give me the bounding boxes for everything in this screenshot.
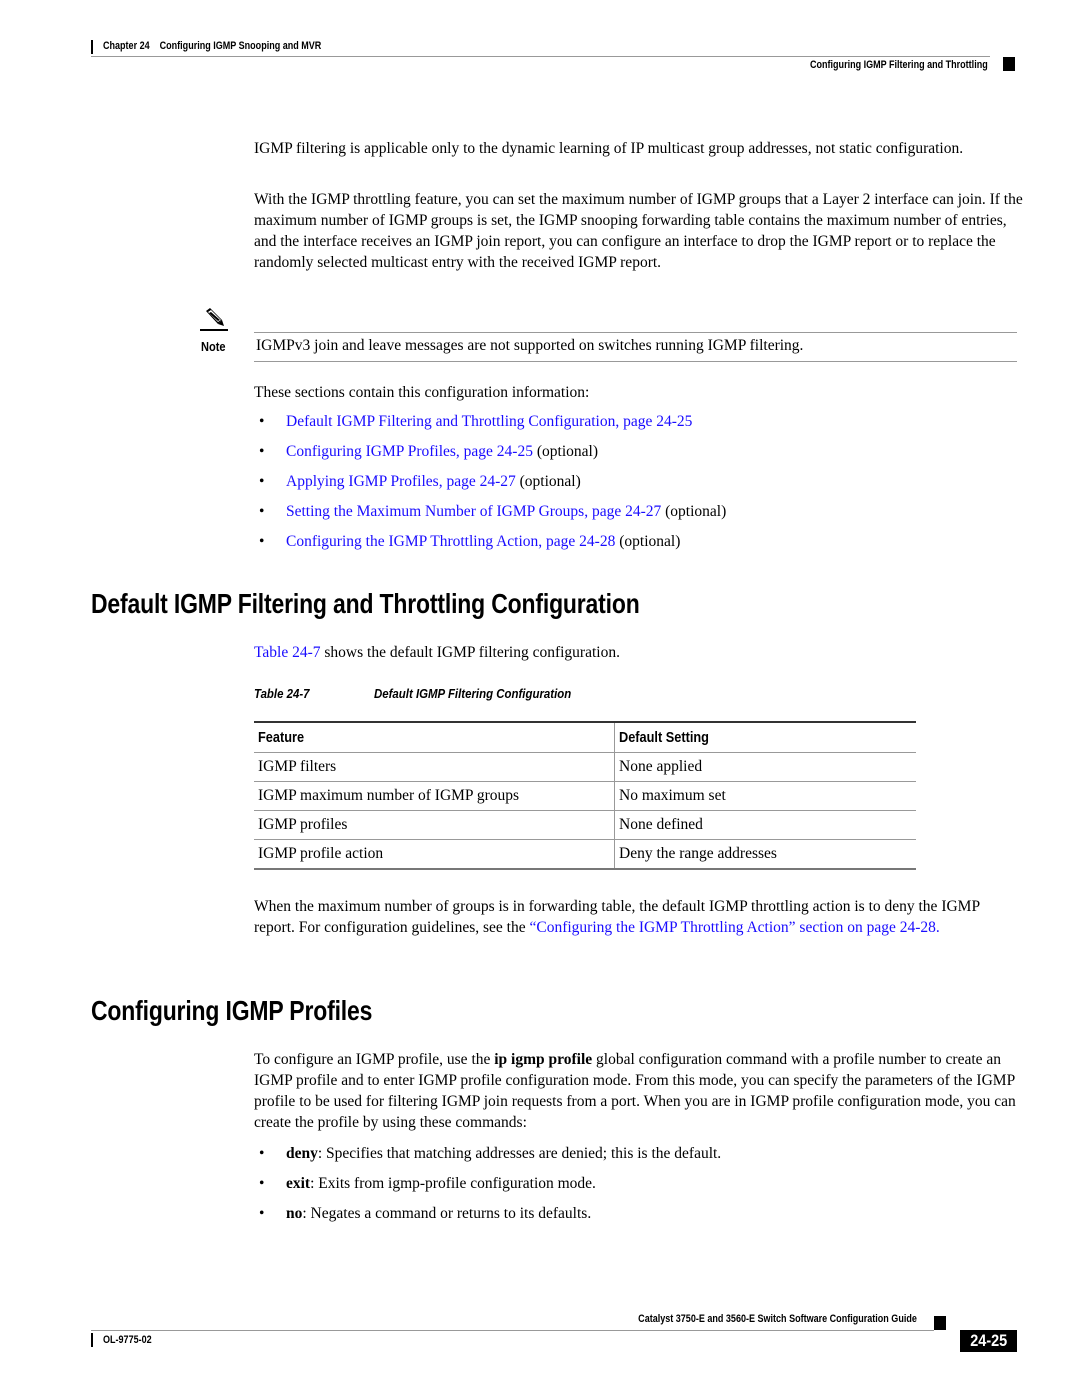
- table-row: IGMP filters None applied: [254, 752, 916, 782]
- footer-page-number: 24-25: [960, 1330, 1017, 1352]
- table-caption-title: Default IGMP Filtering Configuration: [374, 686, 572, 701]
- table-reference-text: shows the default IGMP filtering configu…: [320, 644, 620, 661]
- table-row: IGMP profiles None defined: [254, 810, 916, 840]
- header-section-title: Configuring IGMP Filtering and Throttlin…: [810, 59, 988, 71]
- link-suffix: (optional): [615, 533, 681, 550]
- list-item: • Configuring IGMP Profiles, page 24-25 (…: [254, 441, 726, 471]
- bullet-icon: •: [259, 443, 265, 460]
- section-heading-configuring-profiles: Configuring IGMP Profiles: [91, 995, 373, 1026]
- bullet-icon: •: [259, 473, 265, 490]
- link-max-groups[interactable]: Setting the Maximum Number of IGMP Group…: [286, 503, 661, 520]
- note-rule-top: [254, 332, 1017, 333]
- table-caption-number: Table 24-7: [254, 686, 310, 701]
- footer-guide-title: Catalyst 3750-E and 3560-E Switch Softwa…: [638, 1313, 917, 1325]
- header-marker-block: [1003, 57, 1015, 71]
- footer-doc-number: OL-9775-02: [103, 1334, 152, 1346]
- column-header-default-setting: Default Setting: [614, 721, 916, 753]
- throttling-default-paragraph: When the maximum number of groups is in …: [254, 896, 1024, 938]
- link-suffix: (optional): [515, 473, 581, 490]
- section-heading-default-config: Default IGMP Filtering and Throttling Co…: [91, 588, 640, 619]
- link-throttling-action[interactable]: Configuring the IGMP Throttling Action, …: [286, 533, 615, 550]
- profiles-paragraph: To configure an IGMP profile, use the ip…: [254, 1049, 1024, 1133]
- bullet-icon: •: [259, 1175, 265, 1192]
- table-reference-link[interactable]: Table 24-7: [254, 644, 321, 661]
- list-item: • Setting the Maximum Number of IGMP Grou…: [254, 501, 726, 531]
- note-text: IGMPv3 join and leave messages are not s…: [256, 337, 804, 354]
- table-cell-feature: IGMP profiles: [254, 810, 615, 840]
- list-item: • exit: Exits from igmp-profile configura…: [254, 1173, 721, 1203]
- pencil-note-icon: [200, 308, 228, 332]
- list-item: • Configuring the IGMP Throttling Action,…: [254, 531, 726, 561]
- header-rule: [91, 56, 990, 57]
- list-item: • Default IGMP Filtering and Throttling C…: [254, 411, 726, 441]
- table-row: IGMP profile action Deny the range addres…: [254, 839, 916, 870]
- table-row: IGMP maximum number of IGMP groups No max…: [254, 781, 916, 811]
- table-cell-default: Deny the range addresses: [614, 839, 916, 870]
- table-cell-default: None applied: [614, 752, 916, 782]
- command-name: deny: [286, 1145, 318, 1162]
- paragraph-end: .: [935, 919, 940, 936]
- footer-left-bar: [91, 1333, 93, 1347]
- bullet-icon: •: [259, 1145, 265, 1162]
- table-cell-default: No maximum set: [614, 781, 916, 811]
- command-ip-igmp-profile: ip igmp profile: [494, 1051, 593, 1068]
- throttling-action-link[interactable]: “Configuring the IGMP Throttling Action”…: [529, 919, 935, 936]
- column-header-feature: Feature: [254, 721, 615, 753]
- footer-marker-block: [934, 1316, 946, 1330]
- command-name: exit: [286, 1175, 311, 1192]
- table-cell-feature: IGMP filters: [254, 752, 615, 782]
- link-applying-profiles[interactable]: Applying IGMP Profiles, page 24-27: [286, 473, 516, 490]
- link-configuring-profiles[interactable]: Configuring IGMP Profiles, page 24-25: [286, 443, 533, 460]
- intro-paragraph-2: With the IGMP throttling feature, you ca…: [254, 191, 1023, 271]
- table-cell-feature: IGMP profile action: [254, 839, 615, 870]
- bullet-icon: •: [259, 413, 265, 430]
- table-reference-paragraph: Table 24-7 shows the default IGMP filter…: [254, 642, 1024, 663]
- link-suffix: (optional): [532, 443, 598, 460]
- bullet-icon: •: [259, 1205, 265, 1222]
- command-description: : Exits from igmp-profile configuration …: [310, 1175, 596, 1192]
- table-cell-feature: IGMP maximum number of IGMP groups: [254, 781, 615, 811]
- default-config-table: Feature Default Setting IGMP filters None…: [254, 721, 916, 870]
- profile-commands-list: • deny: Specifies that matching addresses…: [254, 1143, 721, 1233]
- table-caption: Table 24-7 Default IGMP Filtering Configu…: [254, 686, 598, 701]
- note-label: Note: [201, 339, 226, 354]
- intro-paragraph-1: IGMP filtering is applicable only to the…: [254, 140, 964, 157]
- command-description: : Specifies that matching addresses are …: [317, 1145, 722, 1162]
- paragraph-text: To configure an IGMP profile, use the: [254, 1051, 495, 1068]
- list-item: • no: Negates a command or returns to its…: [254, 1203, 721, 1233]
- list-item: • Applying IGMP Profiles, page 24-27 (opt…: [254, 471, 726, 501]
- link-default-config[interactable]: Default IGMP Filtering and Throttling Co…: [286, 413, 692, 430]
- command-name: no: [286, 1205, 303, 1222]
- link-suffix: (optional): [661, 503, 727, 520]
- section-link-list: • Default IGMP Filtering and Throttling C…: [254, 411, 726, 561]
- bullet-icon: •: [259, 533, 265, 550]
- header-left-bar: [91, 40, 93, 54]
- header-chapter: Chapter 24 Configuring IGMP Snooping and…: [103, 40, 322, 52]
- table-cell-default: None defined: [614, 810, 916, 840]
- sections-intro: These sections contain this configuratio…: [254, 384, 590, 401]
- bullet-icon: •: [259, 503, 265, 520]
- table-header-row: Feature Default Setting: [254, 721, 916, 753]
- footer-rule: [91, 1330, 934, 1331]
- note-rule-bottom: [254, 361, 1017, 362]
- command-description: : Negates a command or returns to its de…: [302, 1205, 592, 1222]
- list-item: • deny: Specifies that matching addresses…: [254, 1143, 721, 1173]
